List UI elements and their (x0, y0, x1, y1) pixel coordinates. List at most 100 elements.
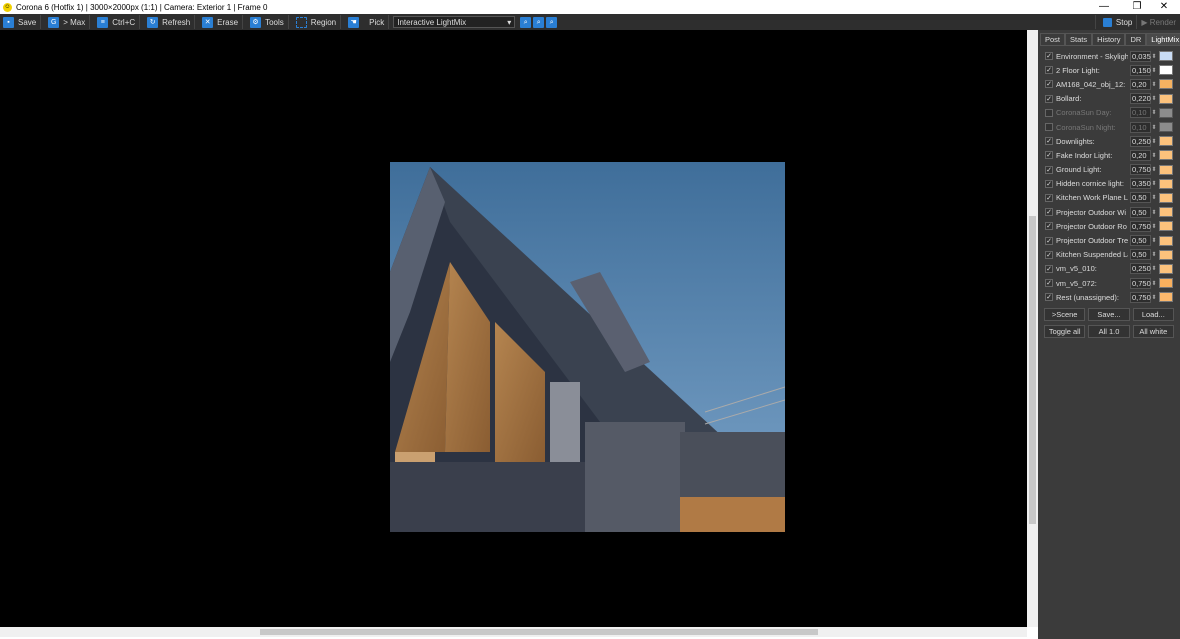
display-mode-select[interactable]: Interactive LightMix ▾ (393, 16, 516, 28)
spinner-icon[interactable]: ⬍ (1151, 109, 1157, 116)
spinner-icon[interactable]: ⬍ (1151, 67, 1157, 74)
spinner-icon[interactable]: ⬍ (1151, 280, 1157, 287)
light-checkbox[interactable]: ✓ (1045, 94, 1053, 103)
light-intensity-input[interactable]: 0,220 (1130, 93, 1151, 105)
light-checkbox[interactable]: ✓ (1045, 222, 1053, 231)
light-color-swatch[interactable] (1159, 292, 1173, 303)
vertical-scrollbar[interactable] (1027, 30, 1038, 627)
light-color-swatch[interactable] (1159, 79, 1173, 90)
maximize-button[interactable]: ❐ (1127, 0, 1147, 14)
spinner-icon[interactable]: ⬍ (1151, 124, 1157, 131)
light-color-swatch[interactable] (1159, 136, 1173, 147)
light-color-swatch[interactable] (1159, 150, 1173, 161)
light-intensity-input[interactable]: 0,750 (1130, 277, 1151, 289)
zoom-in-icon[interactable]: ⌕ (520, 16, 532, 28)
light-intensity-input[interactable]: 0,250 (1130, 135, 1151, 147)
spinner-icon[interactable]: ⬍ (1151, 251, 1157, 258)
copy-button[interactable]: ≡ Ctrl+C (94, 15, 141, 29)
light-intensity-input[interactable]: 0,350 (1130, 178, 1151, 190)
tab-stats[interactable]: Stats (1065, 33, 1093, 46)
light-checkbox[interactable] (1045, 108, 1053, 117)
zoom-out-icon[interactable]: ⌕ (533, 16, 545, 28)
erase-button[interactable]: ✕ Erase (199, 15, 244, 29)
spinner-icon[interactable]: ⬍ (1151, 95, 1157, 102)
spinner-icon[interactable]: ⬍ (1151, 166, 1157, 173)
light-intensity-input[interactable]: 0,150 (1130, 64, 1151, 76)
light-checkbox[interactable] (1045, 123, 1053, 132)
all-1-0-button[interactable]: All 1.0 (1088, 325, 1130, 339)
light-color-swatch[interactable] (1159, 93, 1173, 104)
light-intensity-input[interactable]: 0,50 (1130, 235, 1151, 247)
light-checkbox[interactable]: ✓ (1045, 52, 1053, 61)
light-intensity-input[interactable]: 0,50 (1130, 206, 1151, 218)
light-checkbox[interactable]: ✓ (1045, 264, 1053, 273)
light-checkbox[interactable]: ✓ (1045, 179, 1053, 188)
max-button[interactable]: G > Max (45, 15, 91, 29)
spinner-icon[interactable]: ⬍ (1151, 294, 1157, 301)
light-checkbox[interactable]: ✓ (1045, 137, 1053, 146)
save-button[interactable]: Save... (1088, 308, 1130, 322)
light-color-swatch[interactable] (1159, 192, 1173, 203)
tab-history[interactable]: History (1092, 33, 1126, 46)
toggle-all-button[interactable]: Toggle all (1044, 325, 1086, 339)
light-intensity-input[interactable]: 0,20 (1130, 78, 1151, 90)
tab-post[interactable]: Post (1040, 33, 1066, 46)
light-color-swatch[interactable] (1159, 278, 1173, 289)
light-intensity-input[interactable]: 0,750 (1130, 164, 1151, 176)
tab-lightmix[interactable]: LightMix (1146, 33, 1180, 46)
light-checkbox[interactable]: ✓ (1045, 279, 1053, 288)
light-color-swatch[interactable] (1159, 249, 1173, 260)
spinner-icon[interactable]: ⬍ (1151, 265, 1157, 272)
spinner-icon[interactable]: ⬍ (1151, 152, 1157, 159)
light-intensity-input[interactable]: 0,10 (1130, 121, 1151, 133)
light-color-swatch[interactable] (1159, 221, 1173, 232)
light-intensity-input[interactable]: 0,20 (1130, 149, 1151, 161)
light-color-swatch[interactable] (1159, 51, 1173, 62)
light-color-swatch[interactable] (1159, 164, 1173, 175)
light-checkbox[interactable]: ✓ (1045, 165, 1053, 174)
light-intensity-input[interactable]: 0,750 (1130, 220, 1151, 232)
light-checkbox[interactable]: ✓ (1045, 80, 1053, 89)
horizontal-scroll-thumb[interactable] (260, 629, 818, 635)
light-checkbox[interactable]: ✓ (1045, 193, 1053, 202)
minimize-button[interactable]: — (1094, 0, 1114, 14)
light-intensity-input[interactable]: 0,035 (1130, 50, 1151, 62)
all-white-button[interactable]: All white (1132, 325, 1174, 339)
light-checkbox[interactable]: ✓ (1045, 151, 1053, 160)
light-color-swatch[interactable] (1159, 122, 1173, 133)
spinner-icon[interactable]: ⬍ (1151, 53, 1157, 60)
horizontal-scrollbar[interactable] (0, 627, 1027, 637)
light-checkbox[interactable]: ✓ (1045, 66, 1053, 75)
light-checkbox[interactable]: ✓ (1045, 208, 1053, 217)
light-color-swatch[interactable] (1159, 263, 1173, 274)
light-intensity-input[interactable]: 0,250 (1130, 263, 1151, 275)
tab-dr[interactable]: DR (1125, 33, 1147, 46)
spinner-icon[interactable]: ⬍ (1151, 138, 1157, 145)
refresh-button[interactable]: ↻ Refresh (144, 15, 196, 29)
zoom-fit-icon[interactable]: ⌕ (546, 16, 558, 28)
scene-button[interactable]: >Scene (1044, 308, 1086, 322)
light-intensity-input[interactable]: 0,50 (1130, 192, 1151, 204)
spinner-icon[interactable]: ⬍ (1151, 209, 1157, 216)
tools-button[interactable]: ⚙ Tools (247, 15, 289, 29)
spinner-icon[interactable]: ⬍ (1151, 223, 1157, 230)
vertical-scroll-thumb[interactable] (1029, 216, 1036, 524)
load-button[interactable]: Load... (1132, 308, 1174, 322)
save-button[interactable]: ▪ Save (0, 15, 42, 29)
render-button[interactable]: ▶ Render (1136, 15, 1180, 29)
pick-button[interactable]: ☚ Pick (345, 15, 390, 29)
light-color-swatch[interactable] (1159, 107, 1173, 118)
spinner-icon[interactable]: ⬍ (1151, 237, 1157, 244)
region-button[interactable]: Region (293, 15, 342, 29)
spinner-icon[interactable]: ⬍ (1151, 81, 1157, 88)
render-viewport[interactable] (0, 30, 1027, 627)
light-checkbox[interactable]: ✓ (1045, 236, 1053, 245)
spinner-icon[interactable]: ⬍ (1151, 194, 1157, 201)
light-checkbox[interactable]: ✓ (1045, 293, 1053, 302)
light-color-swatch[interactable] (1159, 235, 1173, 246)
light-intensity-input[interactable]: 0,750 (1130, 291, 1151, 303)
spinner-icon[interactable]: ⬍ (1151, 180, 1157, 187)
light-intensity-input[interactable]: 0,10 (1130, 107, 1151, 119)
light-color-swatch[interactable] (1159, 178, 1173, 189)
light-intensity-input[interactable]: 0,50 (1130, 249, 1151, 261)
